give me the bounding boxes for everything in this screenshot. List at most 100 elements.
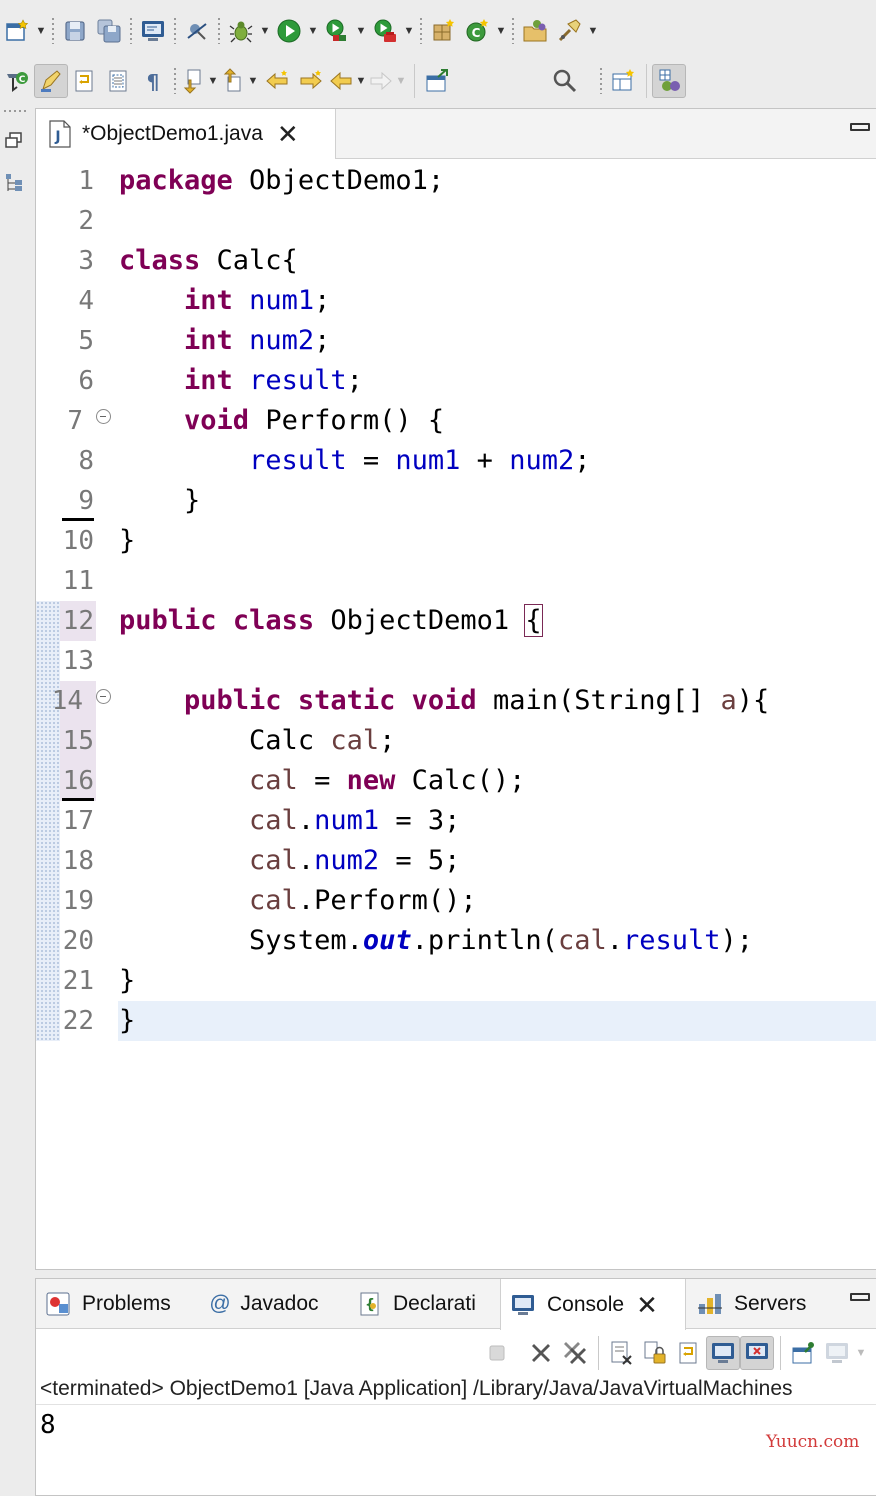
clear-console-button[interactable] [604, 1336, 638, 1370]
mark-occurrences-button[interactable] [34, 64, 68, 98]
toolbar-separator [508, 16, 518, 46]
new-java-class-dropdown[interactable]: ▼ [494, 14, 508, 48]
save-all-button[interactable] [92, 14, 126, 48]
package-explorer-icon[interactable] [3, 172, 25, 194]
back-dropdown[interactable]: ▼ [354, 64, 368, 98]
toolbar-divider [408, 64, 420, 98]
toggle-breakpoint-icon: C [7, 72, 28, 92]
minimize-icon[interactable] [850, 1293, 870, 1301]
show-console-on-stderr-button[interactable] [740, 1336, 774, 1370]
open-perspective-button[interactable] [420, 64, 454, 98]
remove-launch-button[interactable] [524, 1336, 558, 1370]
open-type-button[interactable] [518, 14, 552, 48]
editor-tab-objectdemo1[interactable]: J *ObjectDemo1.java ✕ [36, 109, 336, 159]
word-wrap-console-button[interactable] [672, 1336, 706, 1370]
show-console-stdout-icon [712, 1343, 734, 1363]
show-whitespace-button[interactable]: ¶ [136, 64, 170, 98]
close-icon[interactable]: ✕ [636, 1292, 658, 1318]
java-perspective-button[interactable] [652, 64, 686, 98]
toolbar-separator [48, 16, 58, 46]
search-toolbar-button[interactable] [548, 64, 582, 98]
debug-dropdown[interactable]: ▼ [258, 14, 272, 48]
tab-declaration[interactable]: { Declarati [347, 1279, 499, 1329]
new-wizard-dropdown[interactable]: ▼ [34, 14, 48, 48]
new-wizard-button[interactable] [0, 14, 34, 48]
run-dropdown[interactable]: ▼ [306, 14, 320, 48]
new-java-class-icon: C [466, 19, 489, 42]
line-number: 9 [78, 486, 94, 516]
new-java-package-button[interactable] [426, 14, 460, 48]
word-wrap-icon [679, 1342, 697, 1364]
line-separator-mark [62, 518, 94, 521]
toggle-breakpoint-button[interactable]: C [0, 64, 34, 98]
toolbar-divider [640, 64, 652, 98]
remove-all-terminated-button[interactable] [558, 1336, 592, 1370]
next-edit-icon [300, 70, 322, 90]
fold-collapse-icon[interactable] [96, 409, 111, 424]
code-area[interactable]: 1 2 3 4 5 6 7 8 9 10 11 12 13 14 15 16 1… [36, 161, 876, 1269]
previous-annotation-icon [223, 68, 241, 92]
search-button[interactable] [552, 14, 586, 48]
external-tools-dropdown[interactable]: ▼ [402, 14, 416, 48]
perspective-switch-button[interactable] [606, 64, 640, 98]
run-button[interactable] [272, 14, 306, 48]
scroll-lock-button[interactable] [638, 1336, 672, 1370]
problems-icon [46, 1292, 70, 1316]
code-line: cal.num2 = 5; [249, 845, 461, 876]
coverage-icon [326, 19, 346, 41]
word-wrap-icon [75, 70, 93, 92]
code-line: } [119, 525, 136, 556]
toolbar-separator [214, 16, 224, 46]
code-line: int num1; [184, 285, 331, 316]
block-selection-button[interactable] [102, 64, 136, 98]
line-number: 11 [62, 566, 94, 596]
pin-console-button[interactable] [786, 1336, 820, 1370]
java-editor: J *ObjectDemo1.java ✕ 1 2 3 4 5 6 7 8 9 … [35, 108, 876, 1270]
last-edit-location-button[interactable] [260, 64, 294, 98]
mark-occurrences-icon [41, 70, 61, 92]
restore-icon[interactable] [3, 130, 25, 152]
show-console-on-stdout-button[interactable] [706, 1336, 740, 1370]
code-line: } [119, 1005, 136, 1036]
toolbar-separator [170, 16, 180, 46]
back-button[interactable] [328, 64, 354, 98]
coverage-dropdown[interactable]: ▼ [354, 14, 368, 48]
tab-servers[interactable]: Servers [688, 1279, 828, 1329]
toolbar-separator [126, 16, 136, 46]
tab-javadoc[interactable]: @ Javadoc [199, 1279, 347, 1329]
new-java-package-icon [433, 19, 455, 41]
next-annotation-button[interactable] [180, 64, 206, 98]
debug-button[interactable] [224, 14, 258, 48]
console-output[interactable]: 8 [40, 1409, 56, 1441]
forward-button [368, 64, 394, 98]
line-number: 21 [62, 966, 94, 996]
close-icon[interactable]: ✕ [277, 121, 299, 147]
next-edit-location-button[interactable] [294, 64, 328, 98]
save-icon [65, 21, 85, 41]
next-annotation-dropdown[interactable]: ▼ [206, 64, 220, 98]
clear-console-icon [611, 1341, 632, 1365]
coverage-button[interactable] [320, 14, 354, 48]
previous-annotation-button[interactable] [220, 64, 246, 98]
external-tools-button[interactable] [368, 14, 402, 48]
code-line: result = num1 + num2; [249, 445, 591, 476]
new-java-class-button[interactable]: C [460, 14, 494, 48]
previous-annotation-dropdown[interactable]: ▼ [246, 64, 260, 98]
minimize-icon[interactable] [850, 123, 870, 131]
fold-collapse-icon[interactable] [96, 689, 111, 704]
code-line: } [119, 485, 201, 516]
open-type-icon [523, 20, 547, 42]
word-wrap-button[interactable] [68, 64, 102, 98]
search-dropdown[interactable]: ▼ [586, 14, 600, 48]
tab-problems[interactable]: Problems [36, 1279, 198, 1329]
console-toolbar-button[interactable] [136, 14, 170, 48]
save-button[interactable] [58, 14, 92, 48]
skip-breakpoints-button[interactable] [180, 14, 214, 48]
tab-console[interactable]: Console ✕ [500, 1279, 686, 1330]
java-file-icon: J [49, 120, 71, 148]
display-console-icon [826, 1343, 848, 1363]
display-selected-console-button [820, 1336, 854, 1370]
code-line: cal.Perform(); [249, 885, 477, 916]
bracket-match: { [524, 604, 543, 637]
line-number: 5 [78, 326, 94, 356]
